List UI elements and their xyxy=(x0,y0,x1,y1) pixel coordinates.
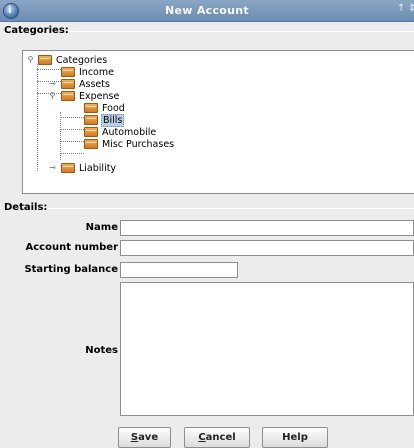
tree-node-label: Liability xyxy=(79,162,117,174)
folder-icon xyxy=(84,103,98,113)
folder-icon xyxy=(61,163,75,173)
tree-node-assets[interactable]: Assets xyxy=(61,78,111,90)
collapse-handle-icon[interactable]: ⚲ xyxy=(26,55,35,64)
save-label: ave xyxy=(138,432,159,443)
tree-connector xyxy=(60,153,84,154)
folder-icon xyxy=(61,91,75,101)
name-label: Name xyxy=(85,222,118,233)
account-number-label: Account number xyxy=(25,242,119,253)
tree-connector xyxy=(60,141,84,142)
window-title: New Account xyxy=(165,4,249,17)
categories-divider xyxy=(68,31,414,32)
tree-node-food[interactable]: Food xyxy=(84,102,126,114)
folder-icon xyxy=(84,115,98,125)
tree-node-categories[interactable]: Categories xyxy=(38,54,108,66)
new-account-window: i New Account ↑ ⇕ Categories: ⚲ ⊸ ⚲ ⊸ Ca… xyxy=(0,0,414,448)
folder-icon xyxy=(84,139,98,149)
save-button[interactable]: Save xyxy=(118,427,171,448)
category-tree[interactable]: ⚲ ⊸ ⚲ ⊸ Categories Income Assets Expense… xyxy=(22,50,414,194)
tree-node-label: Assets xyxy=(79,78,110,90)
starting-balance-label: Starting balance xyxy=(24,264,118,275)
notes-field[interactable] xyxy=(120,282,414,416)
folder-icon xyxy=(84,127,98,137)
folder-icon xyxy=(61,67,75,77)
folder-icon xyxy=(61,79,75,89)
tree-node-label: Bills xyxy=(101,113,125,127)
save-mnemonic: S xyxy=(130,432,139,443)
tree-node-label: Categories xyxy=(56,54,108,66)
tree-node-income[interactable]: Income xyxy=(61,66,115,78)
notes-label: Notes xyxy=(85,345,118,356)
tree-node-label: Expense xyxy=(79,90,120,102)
cancel-label: ancel xyxy=(205,432,236,443)
tree-connector xyxy=(60,117,84,118)
categories-section-label: Categories: xyxy=(4,25,69,36)
expand-handle-icon[interactable]: ⊸ xyxy=(48,163,57,172)
tree-node-expense[interactable]: Expense xyxy=(61,90,120,102)
tree-node-automobile[interactable]: Automobile xyxy=(84,126,157,138)
maximize-window-icon[interactable]: ⇕ xyxy=(408,3,414,14)
folder-icon xyxy=(38,55,52,65)
tree-node-liability[interactable]: Liability xyxy=(61,162,117,174)
details-section-label: Details: xyxy=(4,202,48,213)
shade-window-icon[interactable]: ↑ xyxy=(397,3,405,14)
tree-connector xyxy=(37,69,61,70)
name-field[interactable] xyxy=(120,220,414,236)
tree-node-misc-purchases[interactable]: Misc Purchases xyxy=(84,138,175,150)
tree-node-bills[interactable]: Bills xyxy=(84,113,125,127)
tree-node-label: Automobile xyxy=(102,126,157,138)
tree-node-label: Misc Purchases xyxy=(102,138,175,150)
account-number-field[interactable] xyxy=(120,240,414,256)
starting-balance-field[interactable] xyxy=(120,262,238,278)
tree-node-label: Income xyxy=(79,66,114,78)
tree-connector xyxy=(60,129,84,130)
cancel-button[interactable]: Cancel xyxy=(184,427,250,448)
title-bar[interactable]: i New Account ↑ ⇕ xyxy=(0,0,414,22)
details-divider xyxy=(48,208,414,209)
cancel-mnemonic: C xyxy=(198,432,206,443)
help-button[interactable]: Help xyxy=(262,427,328,448)
tree-node-label: Food xyxy=(102,102,125,114)
collapse-handle-icon[interactable]: ⚲ xyxy=(48,91,57,100)
expand-handle-icon[interactable]: ⊸ xyxy=(48,79,57,88)
